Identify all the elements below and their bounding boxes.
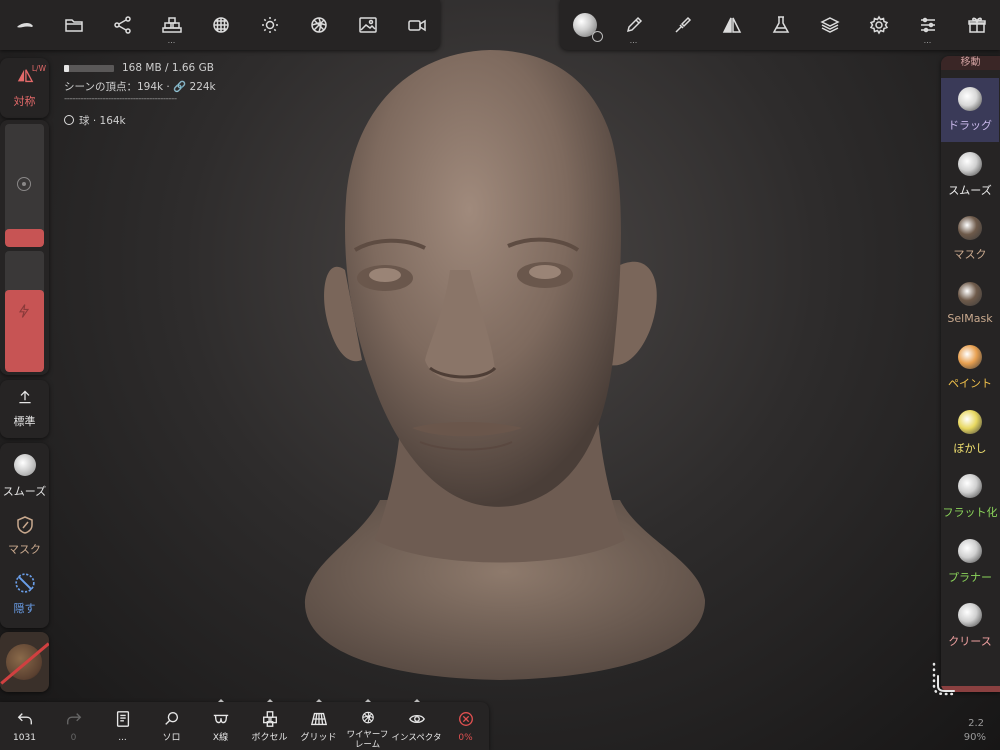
undo-count: 1031	[13, 733, 36, 743]
stroke-standard-button[interactable]: 標準	[0, 380, 49, 438]
tool-item[interactable]: クリース	[941, 594, 999, 658]
smooth-label: スムーズ	[2, 484, 47, 498]
tool-label: ぼかし	[953, 441, 987, 455]
progress-percent: 0%	[458, 733, 473, 743]
version-text: 2.2	[968, 718, 984, 729]
close-circle-icon	[458, 712, 473, 726]
tool-item[interactable]: ドラッグ	[941, 78, 999, 142]
solo-button[interactable]: ソロ	[147, 702, 196, 750]
quick-tools-panel: スムーズ マスク 隠す	[0, 443, 49, 628]
tool-label: プラナー	[948, 570, 992, 584]
radius-slider-fill	[5, 228, 44, 247]
more-caret	[414, 699, 420, 702]
tools-panel: 移動 ドラッグスムーズマスク SelMask ペイントぼかしフラット化プラナークリー…	[941, 56, 1000, 692]
tool-brush-icon	[958, 474, 982, 498]
tool-brush-icon	[958, 538, 982, 563]
inspector-button[interactable]: インスペクタ	[391, 699, 442, 750]
solo-label: ソロ	[162, 733, 181, 743]
xray-button[interactable]: X線	[196, 699, 245, 750]
voxel-label: ボクセル	[251, 733, 288, 743]
tool-brush-icon	[958, 345, 982, 369]
undo-icon	[17, 713, 32, 725]
history-button[interactable]: ...	[98, 702, 147, 750]
voxel-button[interactable]: ボクセル	[245, 699, 294, 750]
lightning-icon	[18, 304, 30, 318]
tool-label: クリース	[948, 635, 992, 648]
slider-panel	[0, 120, 49, 375]
radius-icon	[17, 177, 31, 191]
more-caret	[218, 699, 224, 702]
grid-icon	[310, 712, 327, 726]
tools-header: 移動	[941, 56, 1000, 70]
tool-label: ドラッグ	[948, 119, 992, 132]
wireframe-button[interactable]: ワイヤーフレーム	[343, 699, 392, 750]
hide-label: 隠す	[13, 602, 36, 615]
search-icon	[164, 712, 178, 725]
xray-icon	[213, 714, 228, 724]
tool-item[interactable]: フラット化	[941, 465, 999, 529]
more-caret	[316, 699, 322, 702]
scroll-handle-icon[interactable]	[928, 660, 958, 700]
symmetry-panel: 対称 L/W	[0, 58, 49, 118]
stroke-panel: 標準	[0, 380, 49, 438]
zoom-text: 90%	[963, 732, 986, 743]
tool-item[interactable]: プラナー	[941, 530, 999, 594]
tool-label: ペイント	[948, 377, 992, 390]
xray-label: X線	[212, 733, 229, 743]
tool-brush-icon	[958, 216, 982, 240]
material-preview-panel[interactable]	[0, 632, 49, 692]
tool-item[interactable]: ぼかし	[941, 401, 999, 465]
tool-item[interactable]: ペイント	[941, 336, 999, 400]
eye-icon	[408, 714, 425, 724]
undo-button[interactable]: 1031	[0, 702, 49, 750]
symmetry-icon	[17, 69, 33, 83]
sculpt-viewport-head[interactable]	[0, 0, 1000, 750]
tool-item[interactable]: スムーズ	[941, 143, 999, 207]
tool-brush-icon	[958, 603, 982, 627]
symmetry-label: 対称	[13, 95, 36, 108]
history-label: ...	[118, 733, 127, 743]
tool-label: マスク	[953, 248, 987, 261]
redo-icon	[66, 713, 81, 725]
tool-label: SelMask	[947, 312, 993, 325]
tool-brush-icon	[958, 87, 982, 111]
tool-label: スムーズ	[948, 183, 992, 197]
mask-label: マスク	[8, 543, 41, 556]
intensity-slider[interactable]	[5, 251, 44, 372]
quick-smooth-button[interactable]: スムーズ	[0, 447, 49, 505]
tool-brush-icon	[958, 409, 982, 434]
grid-button[interactable]: グリッド	[294, 699, 343, 750]
tool-brush-icon	[958, 151, 982, 176]
standard-label: 標準	[13, 415, 36, 428]
quick-mask-button[interactable]: マスク	[0, 507, 49, 565]
book-icon	[116, 711, 129, 727]
hide-icon	[14, 573, 35, 593]
quick-hide-button[interactable]: 隠す	[0, 565, 49, 623]
wireframe-icon	[361, 711, 374, 724]
radius-slider[interactable]	[5, 124, 44, 247]
redo-button[interactable]: 0	[49, 702, 98, 750]
upload-icon	[18, 390, 31, 404]
tool-item[interactable]: マスク	[941, 207, 999, 271]
more-caret	[365, 699, 371, 702]
grid-label: グリッド	[300, 733, 337, 743]
mask-shield-icon	[16, 516, 33, 534]
bottom-toolbar: 1031 0 ... ソロ X線 ボクセル グリッド ワイヤーフレーム インスペ…	[0, 699, 490, 750]
inspector-label: インスペクタ	[391, 733, 442, 743]
symmetry-badge: L/W	[31, 64, 46, 73]
cancel-button[interactable]: 0%	[441, 702, 490, 750]
wireframe-label: ワイヤーフレーム	[346, 730, 389, 750]
tool-item[interactable]: SelMask	[941, 272, 999, 336]
tool-brush-icon	[958, 282, 982, 306]
smooth-icon	[13, 453, 36, 476]
voxel-icon	[262, 711, 277, 727]
redo-count: 0	[70, 733, 77, 743]
tool-label: フラット化	[942, 506, 998, 519]
more-caret	[267, 699, 273, 702]
